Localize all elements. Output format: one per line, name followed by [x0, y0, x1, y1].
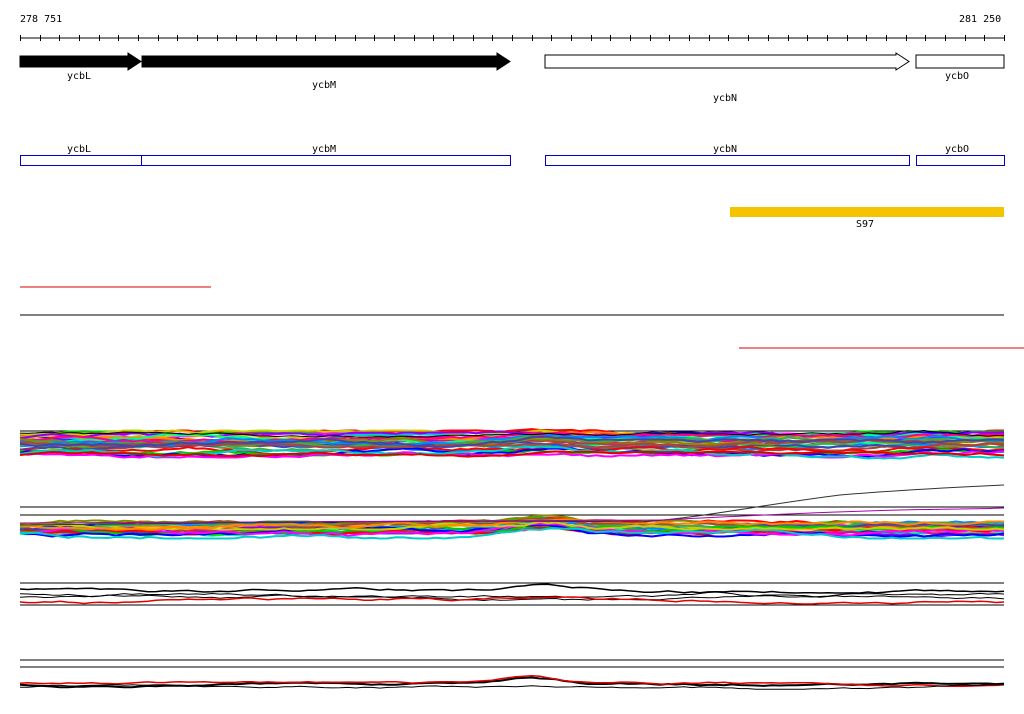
cds-box-ycbn [545, 155, 910, 166]
gene-arrow-ycbo [915, 54, 1005, 69]
cds-label-ycbl[interactable]: ycbL [67, 144, 91, 155]
gene-label-ycbn[interactable]: ycbN [713, 93, 737, 104]
coverage-trace [19, 596, 1005, 605]
gene-label-ycbl[interactable]: ycbL [67, 71, 91, 82]
gene-arrow-ycbm [141, 52, 511, 71]
genome-browser-view: 278 751 281 250 ycbL ycbM ycbN ycbO ycbL… [0, 0, 1024, 714]
cds-box-ycbm [141, 155, 511, 166]
genome-track-canvas [19, 35, 1024, 690]
cds-box-ycbl [20, 155, 142, 166]
coverage-trace [19, 583, 1005, 594]
coordinate-end-label: 281 250 [959, 14, 1002, 25]
gene-label-ycbm[interactable]: ycbM [312, 80, 336, 91]
gene-arrow-ycbn [544, 52, 910, 71]
feature-label-s97[interactable]: S97 [856, 219, 874, 230]
cds-label-ycbn[interactable]: ycbN [713, 144, 737, 155]
coordinate-start-label: 278 751 [20, 14, 63, 25]
gene-label-ycbo[interactable]: ycbO [945, 71, 969, 82]
cds-box-ycbo [916, 155, 1005, 166]
feature-bar-s97 [730, 207, 1004, 217]
cds-label-ycbm[interactable]: ycbM [312, 144, 336, 155]
gene-arrow-ycbl [19, 52, 142, 71]
cds-label-ycbo[interactable]: ycbO [945, 144, 969, 155]
